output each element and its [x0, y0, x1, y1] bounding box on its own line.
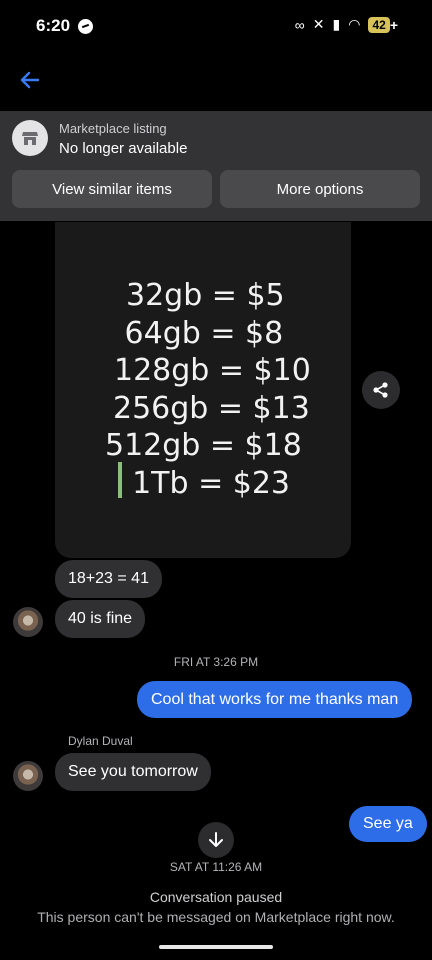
price-list-text: 32gb = $5 64gb = $8 128gb = $10 256gb = …	[55, 277, 351, 502]
share-button[interactable]	[362, 371, 400, 409]
timestamp: SAT AT 11:26 AM	[169, 860, 263, 874]
status-time: 6:20	[36, 16, 71, 35]
conversation-paused-description: This person can't be messaged on Marketp…	[37, 909, 395, 925]
signal-icon: ▮	[332, 16, 341, 32]
storefront-icon	[12, 120, 48, 156]
system-icons: ∞ ✕ ▮ ◠ 42 +	[295, 16, 398, 33]
arrow-down-icon	[209, 832, 223, 847]
more-options-button[interactable]: More options	[220, 170, 420, 208]
share-icon	[373, 382, 388, 398]
sender-name: Dylan Duval	[68, 734, 133, 748]
listing-status: No longer available	[59, 140, 188, 157]
avatar[interactable]	[13, 761, 43, 791]
outgoing-message[interactable]: Cool that works for me thanks man	[137, 681, 413, 718]
price-line: 64gb = $8	[115, 315, 284, 351]
incoming-message[interactable]: 18+23 = 41	[55, 560, 162, 598]
wifi-icon: ◠	[348, 16, 361, 32]
link-icon: ∞	[294, 16, 305, 33]
price-list-image[interactable]: 32gb = $5 64gb = $8 128gb = $10 256gb = …	[55, 222, 351, 558]
price-line: 256gb = $13	[113, 390, 310, 426]
incoming-message[interactable]: 40 is fine	[55, 600, 146, 638]
view-similar-items-button[interactable]: View similar items	[12, 170, 212, 208]
price-line: 128gb = $10	[114, 353, 311, 388]
price-line: 512gb = $18	[105, 428, 302, 463]
conversation-paused-title: Conversation paused	[149, 889, 283, 905]
text-cursor	[118, 462, 122, 498]
home-indicator[interactable]	[159, 945, 273, 949]
battery-suffix: +	[389, 16, 398, 33]
battery-level: 42	[368, 16, 390, 33]
mute-icon: ✕	[312, 16, 325, 32]
listing-kicker: Marketplace listing	[59, 121, 167, 136]
price-line: 1Tb = $23	[113, 465, 290, 501]
incoming-message[interactable]: See you tomorrow	[55, 753, 211, 791]
price-line: 32gb = $5	[126, 278, 285, 313]
back-arrow-icon[interactable]	[16, 66, 44, 94]
outgoing-message[interactable]: See ya	[349, 806, 427, 842]
avatar[interactable]	[13, 607, 43, 637]
messenger-notification-icon	[78, 19, 93, 34]
timestamp: FRI AT 3:26 PM	[173, 655, 259, 669]
scroll-to-bottom-button[interactable]	[198, 822, 234, 858]
